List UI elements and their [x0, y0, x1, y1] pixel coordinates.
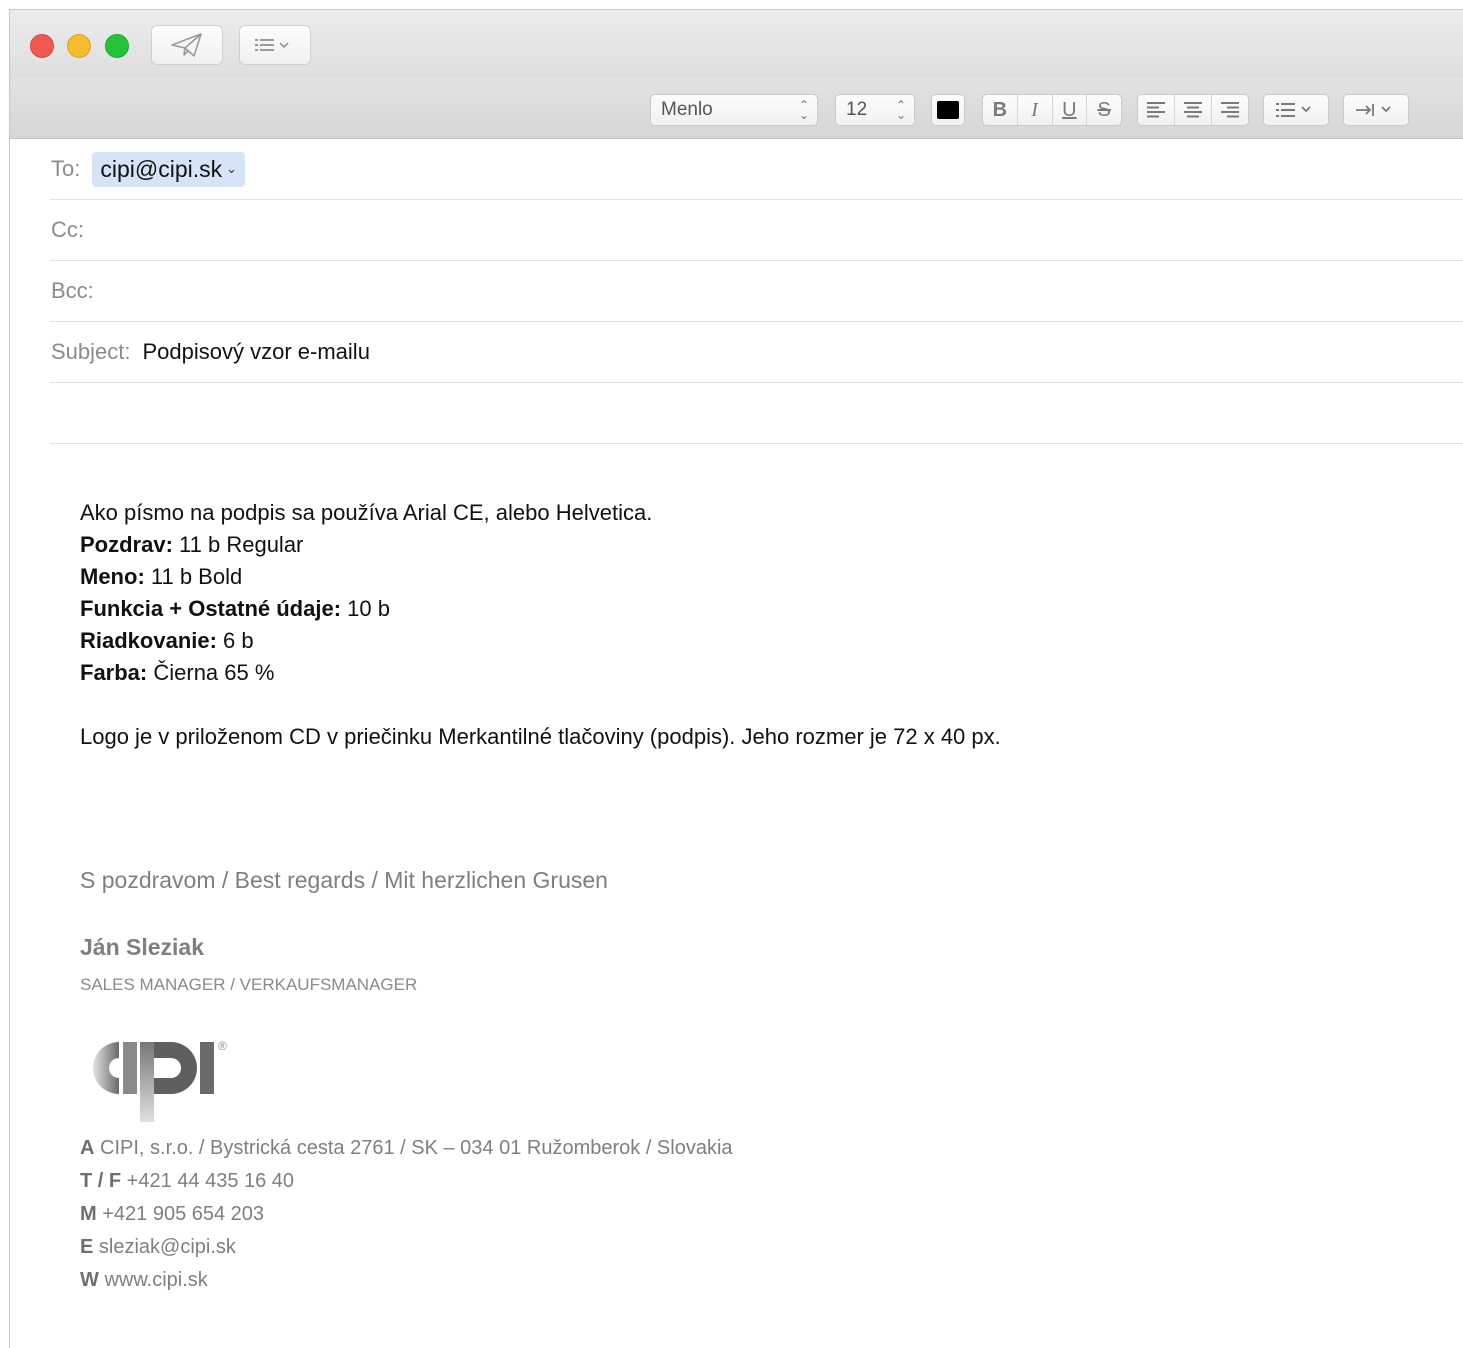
title-bar: [10, 10, 1463, 79]
chevron-down-icon: ⌄: [226, 161, 238, 176]
strikethrough-button[interactable]: S: [1087, 95, 1121, 125]
paper-plane-icon: [171, 33, 202, 57]
spec-line: Funkcia + Ostatné údaje: 10 b: [80, 596, 390, 621]
minimize-window-button[interactable]: [67, 34, 91, 58]
spec-line: Meno: 11 b Bold: [80, 564, 243, 589]
format-bar: Menlo ⌃ ⌄ 12 ⌃ ⌄ B I U S: [10, 78, 1463, 139]
font-size-value: 12: [846, 99, 868, 120]
recipient-address: cipi@cipi.sk: [100, 155, 223, 182]
color-swatch: [937, 101, 959, 119]
subject-field-row[interactable]: Subject: Podpisový vzor e-mailu: [50, 322, 1463, 383]
align-center-icon: [1184, 102, 1202, 118]
font-family-select[interactable]: Menlo ⌃ ⌄: [650, 94, 818, 126]
contact-line: M +421 905 654 203: [80, 1203, 265, 1225]
spec-line: Pozdrav: 11 b Regular: [80, 532, 304, 557]
contact-line: A CIPI, s.r.o. / Bystrická cesta 2761 / …: [80, 1137, 733, 1159]
signature-name: Ján Sleziak: [80, 934, 205, 960]
stepper-arrows-icon: ⌃ ⌄: [798, 98, 809, 122]
list-style-button[interactable]: [1264, 95, 1328, 125]
text-color-button[interactable]: [931, 94, 965, 126]
cipi-logo: ®: [93, 1039, 227, 1122]
zoom-window-button[interactable]: [105, 34, 129, 58]
alignment-group: [1137, 94, 1249, 126]
contact-line: E sleziak@cipi.sk: [80, 1236, 236, 1258]
align-right-button[interactable]: [1212, 95, 1248, 125]
signature-title: SALES MANAGER / VERKAUFSMANAGER: [80, 975, 418, 994]
indent-menu: [1343, 94, 1409, 126]
message-body[interactable]: Ako písmo na podpis sa používa Arial CE,…: [80, 497, 1380, 753]
subject-label: Subject:: [51, 339, 131, 364]
align-left-button[interactable]: [1138, 95, 1175, 125]
align-right-icon: [1221, 102, 1239, 118]
mail-compose-window: Menlo ⌃ ⌄ 12 ⌃ ⌄ B I U S To: cipi@cipi.s…: [9, 9, 1463, 1348]
to-label: To:: [51, 156, 81, 181]
list-style-menu: [1263, 94, 1329, 126]
align-center-button[interactable]: [1175, 95, 1212, 125]
font-family-value: Menlo: [661, 99, 713, 120]
font-size-select[interactable]: 12 ⌃ ⌄: [835, 94, 915, 126]
underline-button[interactable]: U: [1053, 95, 1088, 125]
close-window-button[interactable]: [30, 34, 54, 58]
list-dropdown-icon: [255, 39, 289, 51]
indent-icon: [1356, 104, 1391, 116]
subject-input[interactable]: Podpisový vzor e-mailu: [143, 339, 370, 365]
header-fields-menu-button[interactable]: [239, 25, 311, 65]
bulleted-list-icon: [1276, 103, 1311, 117]
contact-line: T / F +421 44 435 16 40: [80, 1170, 295, 1192]
svg-text:®: ®: [218, 1039, 227, 1053]
logo-note: Logo je v priloženom CD v priečinku Merk…: [80, 724, 1001, 749]
indent-button[interactable]: [1344, 95, 1408, 125]
bcc-field-row[interactable]: Bcc:: [50, 261, 1463, 322]
cc-field-row[interactable]: Cc:: [50, 200, 1463, 261]
body-intro: Ako písmo na podpis sa používa Arial CE,…: [80, 500, 653, 525]
signature-greeting: S pozdravom / Best regards / Mit herzlic…: [80, 867, 608, 893]
cc-label: Cc:: [51, 217, 84, 242]
send-button[interactable]: [151, 25, 223, 65]
from-field-row: [50, 383, 1463, 444]
contact-line: W www.cipi.sk: [80, 1269, 208, 1291]
bcc-label: Bcc:: [51, 278, 94, 303]
bold-button[interactable]: B: [983, 95, 1018, 125]
signature-contacts: A CIPI, s.r.o. / Bystrická cesta 2761 / …: [80, 1132, 733, 1297]
recipient-token[interactable]: cipi@cipi.sk ⌄: [92, 151, 246, 187]
to-field-row[interactable]: To: cipi@cipi.sk ⌄: [50, 139, 1463, 200]
spec-line: Riadkovanie: 6 b: [80, 628, 254, 653]
stepper-arrows-icon: ⌃ ⌄: [895, 98, 906, 122]
italic-button[interactable]: I: [1018, 95, 1053, 125]
spec-line: Farba: Čierna 65 %: [80, 660, 275, 685]
align-left-icon: [1147, 102, 1165, 118]
text-style-group: B I U S: [982, 94, 1122, 126]
